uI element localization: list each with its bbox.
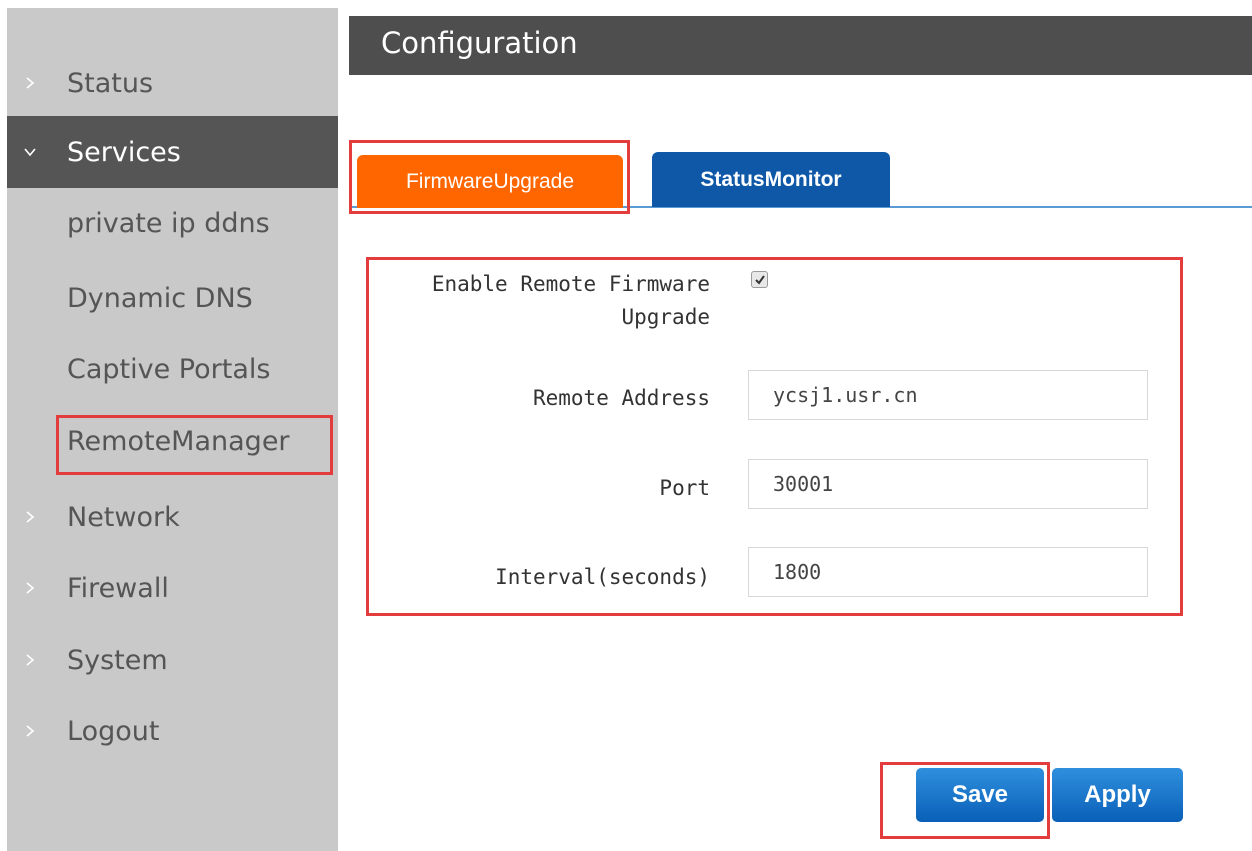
- sidebar-subitem-private-ip-ddns[interactable]: private ip ddns: [67, 208, 270, 239]
- sidebar-item-firewall[interactable]: Firewall: [7, 563, 338, 613]
- sidebar: Status Services private ip ddns Dynamic …: [7, 8, 338, 851]
- sidebar-subitem-dynamic-dns[interactable]: Dynamic DNS: [67, 283, 253, 314]
- port-label: Port: [659, 476, 710, 500]
- sidebar-item-label: Firewall: [67, 572, 169, 604]
- sidebar-item-status[interactable]: Status: [7, 55, 338, 111]
- tab-statusmonitor[interactable]: StatusMonitor: [652, 152, 890, 207]
- apply-button[interactable]: Apply: [1052, 768, 1183, 822]
- chevron-right-icon: [26, 725, 35, 737]
- interval-seconds-input[interactable]: [748, 547, 1148, 597]
- page-title: Configuration: [381, 26, 578, 60]
- sidebar-item-system[interactable]: System: [7, 635, 338, 685]
- sidebar-item-label: Logout: [67, 715, 160, 747]
- sidebar-item-services[interactable]: Services: [7, 116, 338, 188]
- chevron-down-icon: [24, 148, 36, 157]
- enable-remote-firmware-upgrade-label: Enable Remote Firmware Upgrade: [370, 268, 710, 334]
- sidebar-item-label: System: [67, 644, 168, 676]
- chevron-right-icon: [26, 654, 35, 666]
- tab-label: StatusMonitor: [700, 167, 842, 191]
- tab-firmwareupgrade[interactable]: FirmwareUpgrade: [357, 155, 623, 208]
- enable-label-line1: Enable Remote Firmware: [431, 272, 710, 296]
- sidebar-item-label: Services: [67, 136, 181, 168]
- chevron-right-icon: [26, 582, 35, 594]
- sidebar-subitem-captive-portals[interactable]: Captive Portals: [67, 354, 270, 385]
- port-input[interactable]: [748, 459, 1148, 509]
- save-button-label: Save: [951, 781, 1009, 808]
- enable-label-line2: Upgrade: [621, 305, 710, 329]
- save-button[interactable]: Save: [916, 768, 1044, 822]
- sidebar-item-label: Network: [67, 501, 180, 533]
- tab-label: FirmwareUpgrade: [405, 169, 575, 193]
- sidebar-subitem-remotemanager[interactable]: RemoteManager: [67, 426, 290, 457]
- sidebar-item-label: Status: [67, 67, 154, 99]
- sidebar-item-logout[interactable]: Logout: [7, 706, 338, 756]
- remote-address-input[interactable]: [748, 370, 1148, 420]
- remote-address-label: Remote Address: [532, 386, 710, 410]
- page-header: Configuration: [349, 16, 1252, 75]
- enable-remote-firmware-upgrade-checkbox[interactable]: [751, 271, 768, 288]
- chevron-right-icon: [26, 511, 35, 523]
- chevron-right-icon: [26, 77, 35, 89]
- sidebar-item-network[interactable]: Network: [7, 492, 338, 542]
- checkmark-icon: [754, 274, 765, 285]
- apply-button-label: Apply: [1084, 781, 1151, 808]
- interval-seconds-label: Interval(seconds): [495, 565, 710, 589]
